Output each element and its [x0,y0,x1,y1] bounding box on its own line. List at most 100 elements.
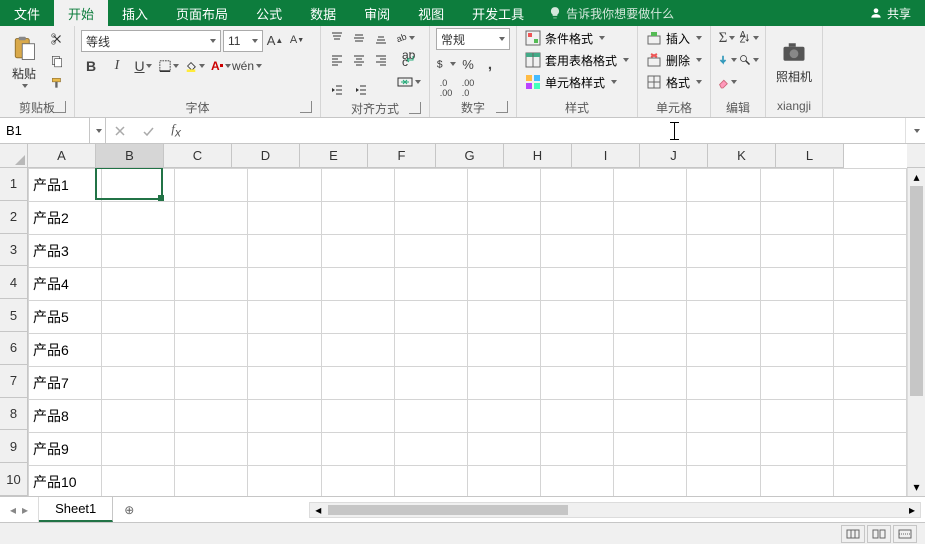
cell[interactable] [467,433,540,466]
cell[interactable] [614,169,687,202]
cell[interactable] [614,301,687,334]
cell[interactable] [614,268,687,301]
cell[interactable] [833,169,906,202]
cell[interactable] [248,400,321,433]
cell[interactable] [467,334,540,367]
increase-decimal-button[interactable]: .0.00 [436,78,456,98]
cell[interactable] [541,334,614,367]
cell[interactable] [467,268,540,301]
paste-button[interactable]: 粘贴 [6,28,42,94]
scroll-up-button[interactable]: ▴ [908,168,925,186]
align-bottom-button[interactable] [371,28,391,48]
format-as-table-button[interactable]: 套用表格格式 [523,50,631,70]
tab-view[interactable]: 视图 [404,0,458,26]
hscroll-thumb[interactable] [328,505,568,515]
cell[interactable] [687,334,760,367]
cut-button[interactable] [48,30,66,48]
cell[interactable] [614,400,687,433]
cell[interactable] [321,301,394,334]
cell[interactable] [687,466,760,497]
cell[interactable] [687,235,760,268]
insert-function-button[interactable]: fx [162,121,190,140]
cell[interactable] [541,235,614,268]
cell-styles-button[interactable]: 单元格样式 [523,72,631,92]
cell[interactable] [321,367,394,400]
cell[interactable]: 产品1 [29,169,102,202]
cell[interactable] [175,367,248,400]
row-header[interactable]: 1 [0,168,28,201]
cell[interactable] [687,268,760,301]
cell[interactable] [394,334,467,367]
tab-review[interactable]: 审阅 [350,0,404,26]
cell[interactable] [394,433,467,466]
cell[interactable] [175,334,248,367]
cell[interactable] [614,367,687,400]
cell[interactable] [394,202,467,235]
cell[interactable] [541,169,614,202]
cell[interactable] [394,169,467,202]
cell[interactable] [394,301,467,334]
cell[interactable] [248,466,321,497]
row-header[interactable]: 6 [0,332,28,365]
cell[interactable] [321,169,394,202]
cell[interactable] [394,400,467,433]
clear-button[interactable] [717,72,737,92]
fill-color-button[interactable] [185,56,205,76]
cell[interactable] [614,466,687,497]
align-middle-button[interactable] [349,28,369,48]
cell[interactable] [687,169,760,202]
cell[interactable] [321,202,394,235]
column-header[interactable]: J [640,144,708,168]
column-header[interactable]: H [504,144,572,168]
cell[interactable] [760,202,833,235]
horizontal-scrollbar[interactable]: ◂ ▸ [309,502,921,518]
formula-cancel-button[interactable] [106,124,134,138]
cell[interactable]: 产品3 [29,235,102,268]
cell[interactable] [614,433,687,466]
cell[interactable]: 产品6 [29,334,102,367]
row-header[interactable]: 10 [0,463,28,496]
clipboard-dialog-launcher[interactable] [54,101,66,113]
cell[interactable] [394,235,467,268]
cell[interactable] [614,202,687,235]
name-box-input[interactable] [6,123,83,138]
cell[interactable] [760,301,833,334]
sheet-tab-active[interactable]: Sheet1 [39,497,113,522]
cell[interactable] [321,433,394,466]
comma-button[interactable]: , [480,54,500,74]
cell[interactable] [321,466,394,497]
cell[interactable] [541,433,614,466]
cell[interactable] [833,268,906,301]
cell[interactable] [175,301,248,334]
name-box-dropdown[interactable] [90,118,106,143]
cell[interactable] [321,334,394,367]
bold-button[interactable]: B [81,56,101,76]
conditional-format-button[interactable]: 条件格式 [523,28,631,48]
cell[interactable] [760,235,833,268]
cell[interactable] [248,202,321,235]
cell[interactable] [467,202,540,235]
cell[interactable] [541,268,614,301]
tab-nav-next[interactable]: ▸ [22,503,28,517]
font-size-combo[interactable]: 11 [223,30,263,52]
row-header[interactable]: 3 [0,234,28,267]
cell[interactable]: 产品7 [29,367,102,400]
align-right-button[interactable] [371,50,391,70]
cell[interactable] [102,433,175,466]
cell[interactable] [321,400,394,433]
cell[interactable]: 产品2 [29,202,102,235]
scroll-right-button[interactable]: ▸ [904,501,920,519]
cell[interactable]: 产品9 [29,433,102,466]
vertical-scrollbar[interactable]: ▴ ▾ [907,168,925,496]
new-sheet-button[interactable]: ⊕ [113,497,145,522]
cell[interactable] [833,202,906,235]
cell[interactable] [467,235,540,268]
find-select-button[interactable] [739,50,759,70]
formula-bar-expand[interactable] [905,118,925,143]
column-header[interactable]: G [436,144,504,168]
cell[interactable] [760,433,833,466]
cell[interactable] [541,367,614,400]
format-cells-button[interactable]: 格式 [644,72,704,92]
formula-input[interactable] [196,123,899,138]
cell-grid[interactable]: 产品1产品2产品3产品4产品5产品6产品7产品8产品9产品10 [28,168,907,496]
